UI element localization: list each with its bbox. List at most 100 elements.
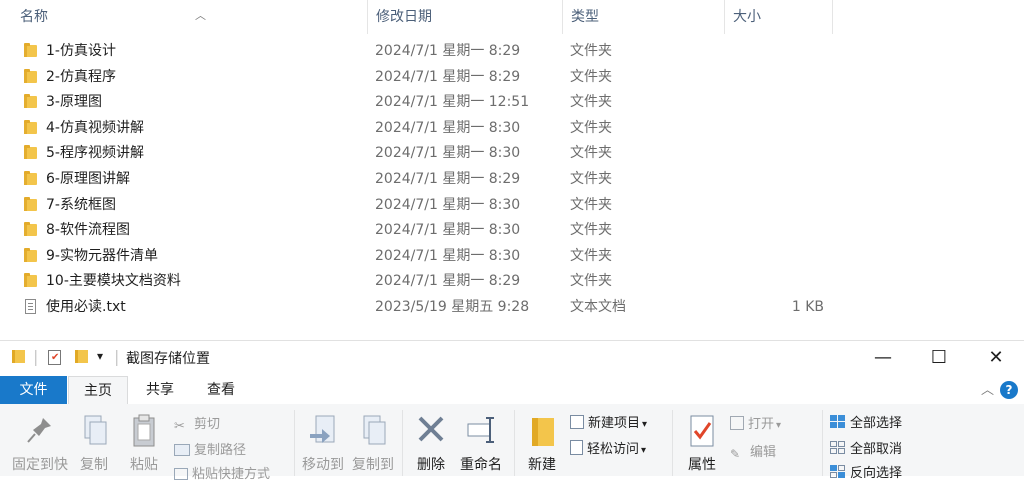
- file-row[interactable]: 2-仿真程序 2024/7/1 星期一 8:29 文件夹: [0, 65, 1024, 90]
- paste-shortcut-icon: [174, 468, 188, 480]
- file-modified-date: 2023/5/19 星期五 9:28: [375, 299, 530, 315]
- folder-quick-icon[interactable]: [12, 350, 25, 367]
- pin-to-quick-access-button[interactable]: 固定到快: [10, 412, 70, 474]
- easy-access-button[interactable]: 轻松访问 ▾: [570, 439, 646, 461]
- folder-icon: [24, 171, 37, 185]
- pin-label: 固定到快: [12, 457, 68, 473]
- move-to-icon: [306, 412, 340, 450]
- open-button[interactable]: 打开 ▾: [730, 414, 781, 436]
- copy-icon: [77, 412, 111, 450]
- folder-icon: [24, 68, 37, 83]
- new-folder-button[interactable]: 新建: [516, 412, 568, 474]
- customize-quick-access-icon[interactable]: ▾: [97, 349, 103, 363]
- properties-button[interactable]: 属性: [676, 412, 728, 474]
- properties-label: 属性: [688, 457, 716, 473]
- file-name: 9-实物元器件清单: [46, 247, 158, 264]
- new-folder-label: 新建: [528, 457, 556, 473]
- group-separator: [514, 410, 515, 476]
- pin-icon: [23, 412, 57, 450]
- select-all-button[interactable]: 全部选择: [830, 413, 902, 435]
- file-type: 文件夹: [570, 43, 612, 59]
- file-size: [730, 218, 824, 243]
- file-type: 文件夹: [570, 273, 612, 290]
- tab-view[interactable]: 查看: [192, 376, 250, 404]
- select-none-button[interactable]: 全部取消: [830, 439, 902, 461]
- paste-label: 粘贴: [130, 457, 158, 473]
- text-file-icon: [25, 299, 36, 314]
- file-row[interactable]: 5-程序视频讲解 2024/7/1 星期一 8:30 文件夹: [0, 141, 1024, 166]
- file-type: 文本文档: [570, 299, 626, 315]
- file-modified-date: 2024/7/1 星期一 8:30: [375, 119, 521, 136]
- file-row[interactable]: 4-仿真视频讲解 2024/7/1 星期一 8:30 文件夹: [0, 116, 1024, 141]
- file-name: 2-仿真程序: [46, 68, 116, 85]
- cut-button[interactable]: ✂ 剪切: [174, 414, 220, 436]
- file-type: 文件夹: [570, 222, 612, 239]
- file-row[interactable]: 7-系统框图 2024/7/1 星期一 8:30 文件夹: [0, 193, 1024, 218]
- properties-quick-icon[interactable]: ✔: [48, 350, 61, 369]
- minimize-button[interactable]: —: [860, 341, 906, 377]
- rename-button[interactable]: 重命名: [453, 412, 509, 474]
- move-to-label: 移动到: [302, 457, 344, 473]
- separator: |: [114, 347, 120, 366]
- file-row[interactable]: 10-主要模块文档资料 2024/7/1 星期一 8:29 文件夹: [0, 269, 1024, 294]
- paste-shortcut-button[interactable]: 粘贴快捷方式: [174, 464, 270, 486]
- easy-access-label: 轻松访问: [587, 442, 640, 457]
- invert-selection-button[interactable]: 反向选择: [830, 463, 902, 485]
- folder-icon: [24, 247, 37, 262]
- select-none-icon: [830, 441, 846, 455]
- new-item-button[interactable]: 新建项目 ▾: [570, 413, 647, 435]
- file-name: 5-程序视频讲解: [46, 145, 144, 162]
- file-list: 名称 ︿ 修改日期 类型 大小 1-仿真设计 2024/7/1 星期一 8:29 文…: [0, 0, 1024, 340]
- file-size: [730, 269, 824, 294]
- file-row[interactable]: 使用必读.txt 2023/5/19 星期五 9:28 文本文档 1 KB: [0, 295, 1024, 320]
- delete-button[interactable]: 删除: [405, 412, 457, 474]
- tab-home[interactable]: 主页: [68, 376, 128, 404]
- paste-button[interactable]: 粘贴: [118, 412, 170, 474]
- file-size: 1 KB: [791, 299, 824, 315]
- delete-x-icon: [414, 412, 448, 450]
- edit-label: 编辑: [750, 445, 777, 460]
- file-size: [730, 39, 824, 64]
- new-folder-icon: [525, 412, 559, 450]
- copy-button[interactable]: 复制: [68, 412, 120, 474]
- file-type: 文件夹: [570, 196, 612, 213]
- copy-path-button[interactable]: 复制路径: [174, 440, 246, 462]
- copy-to-icon: [356, 412, 390, 450]
- folder-icon: [24, 145, 37, 160]
- file-row[interactable]: 6-原理图讲解 2024/7/1 星期一 8:29 文件夹: [0, 167, 1024, 192]
- tab-file[interactable]: 文件: [0, 376, 67, 404]
- folder-icon: [24, 119, 37, 134]
- tab-share[interactable]: 共享: [132, 376, 188, 404]
- select-none-label: 全部取消: [850, 442, 903, 457]
- collapse-ribbon-icon[interactable]: ︿: [981, 379, 994, 398]
- close-button[interactable]: ✕: [973, 341, 1019, 377]
- file-size: [730, 167, 824, 192]
- file-modified-date: 2024/7/1 星期一 8:29: [375, 43, 521, 59]
- file-size: [730, 193, 824, 218]
- file-name: 7-系统框图: [46, 196, 116, 213]
- edit-pencil-icon: ✎: [730, 447, 741, 461]
- folder-icon: [24, 273, 37, 288]
- file-row[interactable]: 8-软件流程图 2024/7/1 星期一 8:30 文件夹: [0, 218, 1024, 243]
- file-row[interactable]: 1-仿真设计 2024/7/1 星期一 8:29 文件夹: [0, 39, 1024, 64]
- edit-button[interactable]: ✎ 编辑: [730, 442, 776, 464]
- copy-label: 复制: [80, 457, 108, 473]
- copy-to-button[interactable]: 复制到: [348, 412, 398, 474]
- file-type: 文件夹: [570, 171, 612, 187]
- file-type: 文件夹: [570, 94, 612, 111]
- column-header-type[interactable]: 类型: [563, 0, 725, 34]
- file-row[interactable]: 3-原理图 2024/7/1 星期一 12:51 文件夹: [0, 90, 1024, 115]
- column-header-name[interactable]: 名称 ︿: [12, 0, 368, 34]
- file-name: 使用必读.txt: [46, 299, 126, 315]
- separator: |: [33, 347, 39, 366]
- new-folder-quick-icon[interactable]: [75, 350, 88, 367]
- maximize-button[interactable]: ☐: [916, 341, 962, 377]
- file-modified-date: 2024/7/1 星期一 12:51: [375, 94, 530, 111]
- help-icon[interactable]: ?: [1000, 381, 1018, 399]
- column-header-size[interactable]: 大小: [725, 0, 833, 34]
- column-header-date[interactable]: 修改日期: [368, 0, 563, 34]
- file-name: 4-仿真视频讲解: [46, 119, 144, 136]
- file-row[interactable]: 9-实物元器件清单 2024/7/1 星期一 8:30 文件夹: [0, 244, 1024, 269]
- file-size: [730, 90, 824, 115]
- move-to-button[interactable]: 移动到: [298, 412, 348, 474]
